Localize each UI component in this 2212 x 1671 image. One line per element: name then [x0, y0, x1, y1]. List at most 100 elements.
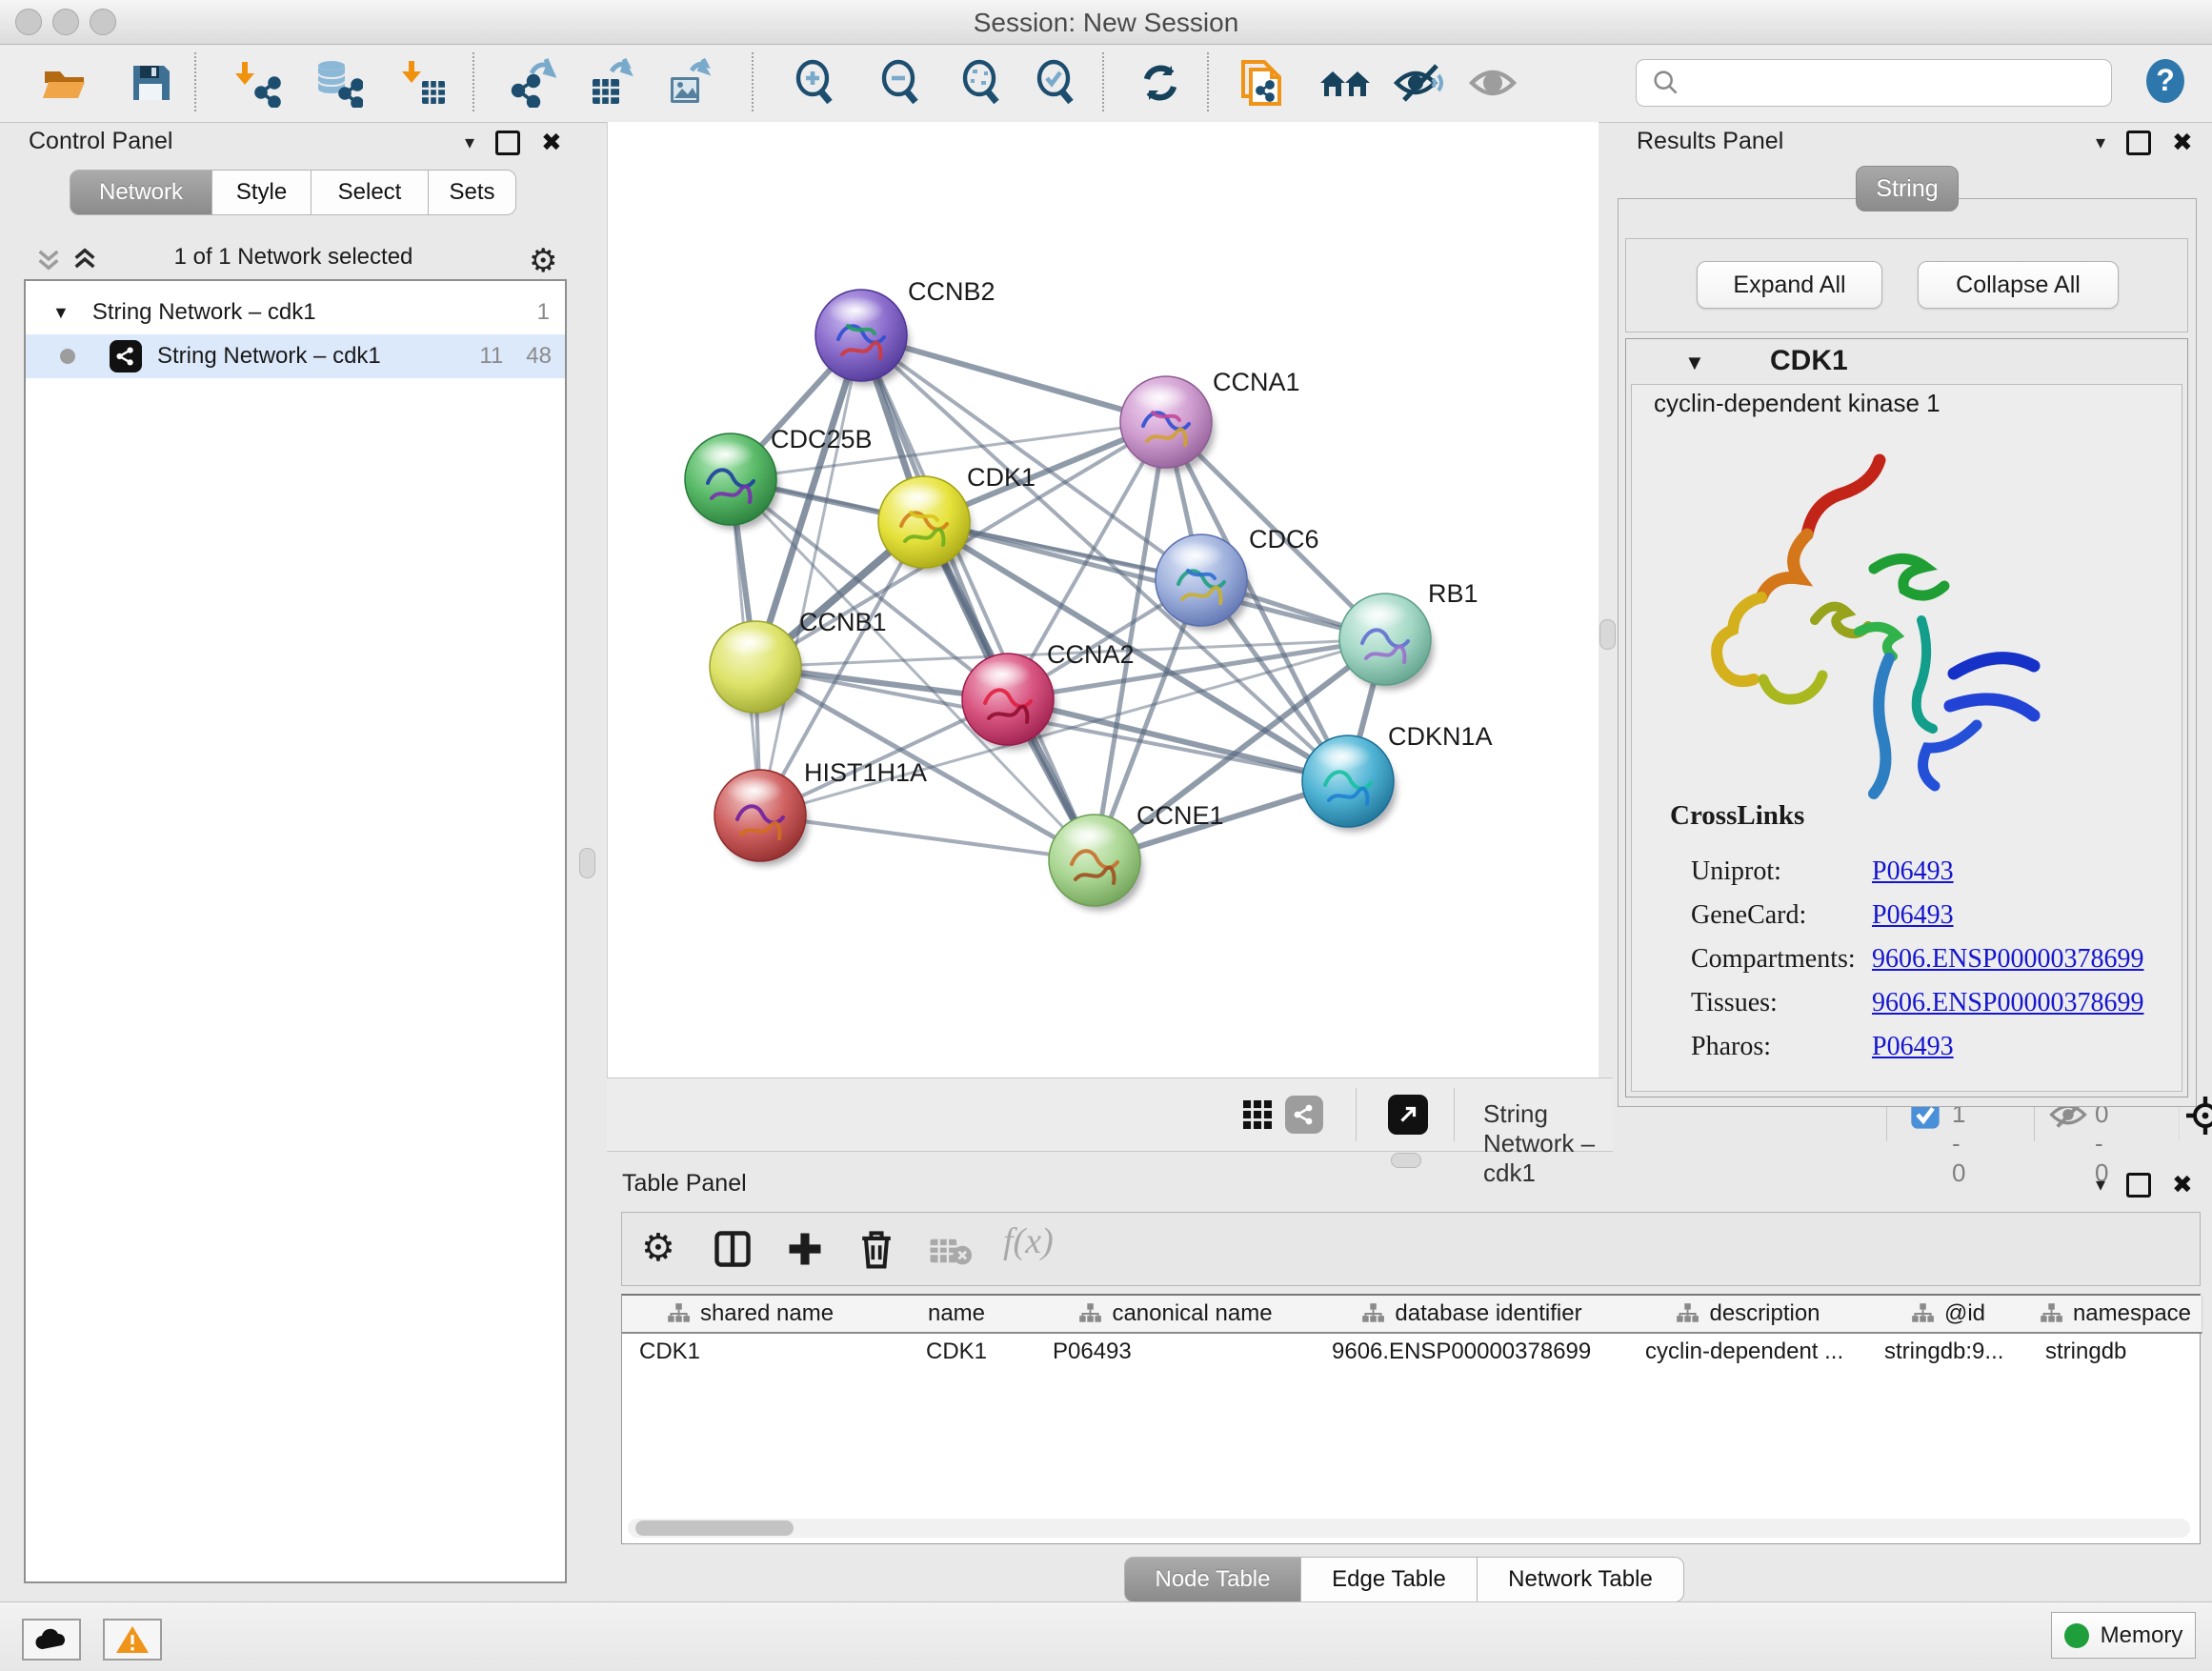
- open-folder-icon: [40, 58, 90, 108]
- network-edge-count: 48: [526, 343, 552, 370]
- node-label: HIST1H1A: [804, 758, 927, 787]
- main-toolbar: ?: [0, 45, 2212, 123]
- column-header[interactable]: database identifier: [1315, 1296, 1629, 1334]
- export-table-button[interactable]: [581, 54, 638, 111]
- results-panel-float-button[interactable]: [2126, 131, 2151, 155]
- network-edge[interactable]: [760, 815, 1095, 860]
- import-network-file-button[interactable]: [229, 54, 286, 111]
- table-panel-close-button[interactable]: ✖: [2172, 1170, 2193, 1199]
- tab-node-table[interactable]: Node Table: [1124, 1557, 1301, 1602]
- table-panel-menu-button[interactable]: ▾: [2096, 1173, 2105, 1197]
- delete-table-icon[interactable]: [929, 1236, 973, 1266]
- clone-network-button[interactable]: [1234, 54, 1291, 111]
- open-session-button[interactable]: [36, 54, 93, 111]
- left-splitter-handle[interactable]: [579, 848, 595, 878]
- column-header[interactable]: namespace: [2028, 1296, 2202, 1334]
- node-label: CDC6: [1249, 525, 1319, 554]
- search-input[interactable]: [1690, 63, 2111, 103]
- disclosure-triangle-icon[interactable]: ▼: [52, 303, 70, 323]
- network-node[interactable]: [878, 476, 973, 573]
- table-settings-gear-icon[interactable]: ⚙: [641, 1226, 675, 1270]
- bottom-splitter-handle[interactable]: [1391, 1153, 1421, 1168]
- tab-network-table[interactable]: Network Table: [1478, 1557, 1684, 1602]
- export-image-button[interactable]: [659, 54, 716, 111]
- help-button[interactable]: ?: [2142, 57, 2189, 105]
- column-header[interactable]: name: [877, 1296, 1036, 1334]
- network-options-gear-icon[interactable]: ⚙: [529, 242, 557, 280]
- show-hidden-button[interactable]: [1464, 54, 1521, 111]
- table-horizontal-scrollbar[interactable]: [628, 1519, 2190, 1538]
- table-cell[interactable]: CDK1: [877, 1334, 1036, 1370]
- cdk1-disclosure-icon[interactable]: ▼: [1684, 351, 1705, 375]
- table-cell[interactable]: CDK1: [622, 1334, 877, 1370]
- table-cell[interactable]: P06493: [1036, 1334, 1315, 1370]
- warnings-button[interactable]: [103, 1619, 162, 1661]
- network-node[interactable]: [1120, 376, 1215, 473]
- crosslink-label: Tissues:: [1691, 988, 1872, 1018]
- crosslink-link[interactable]: P06493: [1872, 900, 1954, 931]
- zoom-fit-button[interactable]: [953, 54, 1010, 111]
- string-view-badge-icon[interactable]: [1285, 1096, 1323, 1134]
- network-node[interactable]: [1049, 815, 1143, 911]
- first-neighbors-button[interactable]: [1317, 54, 1374, 111]
- column-header[interactable]: canonical name: [1036, 1296, 1316, 1334]
- network-edge[interactable]: [760, 335, 861, 815]
- table-cell[interactable]: 9606.ENSP00000378699: [1315, 1334, 1628, 1370]
- network-selected-status: 1 of 1 Network selected: [24, 244, 563, 271]
- network-row[interactable]: String Network – cdk1 11 48: [26, 334, 565, 378]
- column-header[interactable]: description: [1628, 1296, 1868, 1334]
- results-panel-menu-button[interactable]: ▾: [2096, 131, 2105, 154]
- crosslink-link[interactable]: 9606.ENSP00000378699: [1872, 944, 2143, 975]
- collapse-all-button[interactable]: Collapse All: [1918, 261, 2119, 309]
- export-network-button[interactable]: [503, 54, 560, 111]
- node-label: CCNE1: [1136, 801, 1224, 830]
- database-icon: [313, 58, 363, 108]
- results-panel-close-button[interactable]: ✖: [2172, 128, 2193, 157]
- table-cell[interactable]: stringdb:9...: [1867, 1334, 2028, 1370]
- network-node[interactable]: [685, 433, 779, 530]
- show-columns-icon[interactable]: [712, 1228, 754, 1270]
- control-panel-menu-button[interactable]: ▾: [465, 131, 474, 154]
- table-cell[interactable]: cyclin-dependent ...: [1628, 1334, 1867, 1370]
- scrollbar-thumb[interactable]: [635, 1520, 794, 1536]
- network-node[interactable]: [714, 770, 809, 866]
- import-table-file-button[interactable]: [395, 54, 452, 111]
- hide-selected-button[interactable]: [1391, 54, 1448, 111]
- delete-trash-icon[interactable]: [855, 1226, 898, 1272]
- tab-edge-table[interactable]: Edge Table: [1301, 1557, 1478, 1602]
- network-node[interactable]: [1302, 735, 1397, 832]
- column-header-label: name: [928, 1300, 985, 1327]
- refresh-button[interactable]: [1132, 54, 1189, 111]
- open-in-window-button[interactable]: [1388, 1095, 1428, 1135]
- zoom-in-button[interactable]: [786, 54, 843, 111]
- crosslink-link[interactable]: 9606.ENSP00000378699: [1872, 988, 2143, 1018]
- tab-string[interactable]: String: [1856, 166, 1959, 211]
- tab-sets[interactable]: Sets: [429, 170, 516, 215]
- network-collection-row[interactable]: ▼ String Network – cdk1 1: [26, 291, 565, 334]
- network-node[interactable]: [1339, 594, 1434, 690]
- add-column-icon[interactable]: [784, 1228, 826, 1270]
- memory-button[interactable]: Memory: [2051, 1612, 2196, 1659]
- cloud-button[interactable]: [22, 1619, 81, 1661]
- control-panel-close-button[interactable]: ✖: [541, 128, 562, 157]
- zoom-out-button[interactable]: [872, 54, 929, 111]
- network-canvas[interactable]: CCNB2 CCNA1 CDC25B CDK1 CDC6 RB1 CCNB1 C…: [607, 122, 1599, 1077]
- crosslink-link[interactable]: P06493: [1872, 856, 1954, 887]
- save-session-button[interactable]: [122, 54, 179, 111]
- column-header[interactable]: @id: [1867, 1296, 2029, 1334]
- table-cell[interactable]: stringdb: [2028, 1334, 2202, 1370]
- crosslink-link[interactable]: P06493: [1872, 1032, 1954, 1062]
- column-header[interactable]: shared name: [622, 1296, 878, 1334]
- tab-network[interactable]: Network: [70, 170, 212, 215]
- function-builder-button[interactable]: f(x): [1003, 1220, 1054, 1262]
- table-panel-float-button[interactable]: [2126, 1173, 2151, 1198]
- import-network-database-button[interactable]: [310, 54, 367, 111]
- control-panel-float-button[interactable]: [495, 131, 520, 155]
- expand-all-button[interactable]: Expand All: [1697, 261, 1882, 309]
- birds-eye-grid-icon[interactable]: [1240, 1097, 1275, 1132]
- right-splitter-handle[interactable]: [1599, 619, 1616, 650]
- tab-style[interactable]: Style: [212, 170, 312, 215]
- window-title: Session: New Session: [0, 8, 2212, 38]
- tab-select[interactable]: Select: [312, 170, 429, 215]
- zoom-selected-button[interactable]: [1027, 54, 1084, 111]
